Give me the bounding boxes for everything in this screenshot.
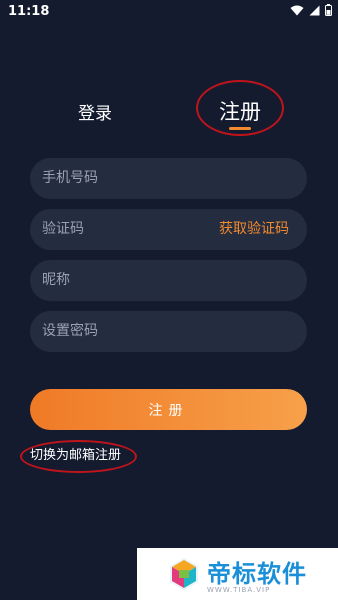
status-icons (290, 4, 332, 16)
nickname-placeholder: 昵称 (42, 272, 70, 288)
get-code-button[interactable]: 获取验证码 (219, 209, 289, 250)
status-bar: 11:18 (0, 0, 338, 24)
phone-field[interactable]: 手机号码 (30, 158, 307, 199)
phone-placeholder: 手机号码 (42, 170, 98, 186)
watermark-url: WWW.TIBA.VIP (207, 586, 271, 594)
status-time: 11:18 (8, 4, 50, 19)
verification-code-placeholder: 验证码 (42, 221, 84, 237)
nickname-field[interactable]: 昵称 (30, 260, 307, 301)
password-field[interactable]: 设置密码 (30, 311, 307, 352)
tab-login[interactable]: 登录 (60, 96, 130, 126)
register-submit-button[interactable]: 注册 (30, 389, 307, 430)
register-screen: 11:18 登录 注册 手机号码 验证码 获取验证码 昵称 设置密码 注册 切换… (0, 0, 338, 600)
signal-icon (309, 5, 320, 16)
watermark: 帝标软件 WWW.TIBA.VIP (137, 548, 338, 600)
annotation-ring-register-tab (196, 80, 284, 136)
annotation-ring-switch-link (20, 440, 137, 473)
register-submit-label: 注册 (148, 402, 189, 419)
battery-icon (325, 4, 332, 16)
tab-login-label: 登录 (78, 103, 112, 124)
watermark-logo-icon (167, 556, 201, 596)
verification-code-field[interactable]: 验证码 获取验证码 (30, 209, 307, 250)
wifi-icon (290, 5, 304, 16)
password-placeholder: 设置密码 (42, 323, 98, 339)
watermark-title: 帝标软件 (207, 560, 307, 588)
